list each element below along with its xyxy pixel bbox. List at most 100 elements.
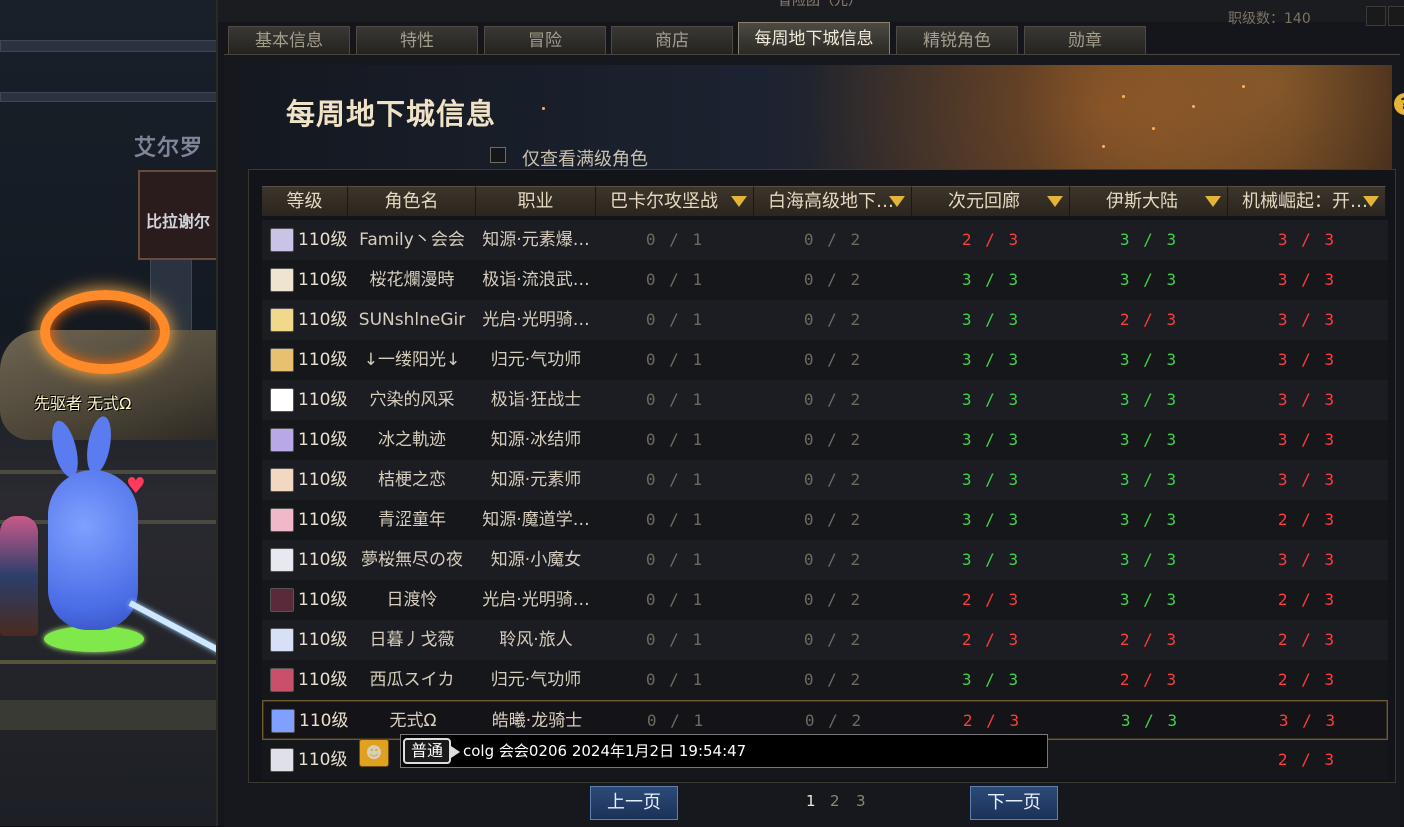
column-header-dungeon-5[interactable]: 机械崛起：开… bbox=[1228, 186, 1386, 216]
column-header-dungeon-4[interactable]: 伊斯大陆 bbox=[1070, 186, 1228, 216]
dungeon-progress-cell: 3 / 3 bbox=[1119, 430, 1179, 449]
tab-elite-characters[interactable]: 精锐角色 bbox=[896, 26, 1018, 54]
dropdown-arrow-icon bbox=[1363, 196, 1379, 207]
column-header-name[interactable]: 角色名 bbox=[348, 186, 476, 216]
column-header-dungeon-2-label: 白海高级地下… bbox=[768, 191, 894, 212]
character-name: 冰之軌迹 bbox=[378, 430, 446, 450]
tab-basic-info[interactable]: 基本信息 bbox=[228, 26, 350, 54]
tab-shop[interactable]: 商店 bbox=[611, 26, 733, 54]
character-avatar-icon bbox=[270, 388, 294, 412]
sword bbox=[128, 600, 216, 658]
spark bbox=[1242, 85, 1245, 88]
character-avatar-icon bbox=[270, 428, 294, 452]
dungeon-progress-cell: 3 / 3 bbox=[1278, 711, 1338, 730]
dungeon-progress-cell: 2 / 3 bbox=[1119, 670, 1179, 689]
character-row[interactable]: 110级 SUNshlneGir 光启·光明骑… 0 / 1 0 / 2 3 / 3 2 /… bbox=[262, 300, 1388, 340]
page-number[interactable]: 1 bbox=[806, 792, 816, 810]
character-row[interactable]: 110级 ↓一缕阳光↓ 归元·气功师 0 / 1 0 / 2 3 / 3 3 / 3 3 / … bbox=[262, 340, 1388, 380]
dungeon-progress-cell: 2 / 3 bbox=[961, 630, 1021, 649]
dungeon-progress-cell: 0 / 1 bbox=[645, 390, 705, 409]
character-row[interactable]: 110级 冰之軌迹 知源·冰结师 0 / 1 0 / 2 3 / 3 3 / 3 3 / 3 bbox=[262, 420, 1388, 460]
prev-page-button[interactable]: 上一页 bbox=[590, 786, 678, 820]
dungeon-progress-cell: 0 / 1 bbox=[645, 430, 705, 449]
dungeon-progress-cell: 0 / 2 bbox=[803, 350, 863, 369]
spark bbox=[1152, 127, 1155, 130]
page-number[interactable]: 3 bbox=[856, 792, 866, 810]
character-avatar-icon bbox=[270, 268, 294, 292]
column-header-level[interactable]: 等级 bbox=[262, 186, 348, 216]
character-level: 110级 bbox=[298, 430, 348, 450]
character-row[interactable]: 110级 Family丶会会 知源·元素爆… 0 / 1 0 / 2 2 / 3 3 / 3… bbox=[262, 220, 1388, 260]
character-job: 知源·元素爆… bbox=[482, 230, 590, 250]
character-name: ↓一缕阳光↓ bbox=[363, 350, 461, 370]
character-name: SUNshlneGir bbox=[358, 310, 466, 330]
character-name: 夢桜無尽の夜 bbox=[361, 550, 463, 570]
character-name: 桔梗之恋 bbox=[378, 470, 446, 490]
next-page-button[interactable]: 下一页 bbox=[970, 786, 1058, 820]
tab-traits[interactable]: 特性 bbox=[356, 26, 478, 54]
dungeon-progress-cell: 3 / 3 bbox=[961, 430, 1021, 449]
chat-message-text: colg 会会0206 2024年1月2日 19:54:47 bbox=[463, 742, 747, 760]
character-row[interactable]: 110级 穴染的风采 极诣·狂战士 0 / 1 0 / 2 3 / 3 3 / 3 3 / 3 bbox=[262, 380, 1388, 420]
floor-line bbox=[0, 660, 216, 664]
dungeon-progress-cell: 0 / 1 bbox=[645, 590, 705, 609]
player-character[interactable] bbox=[48, 470, 138, 630]
tab-weekly-dungeon[interactable]: 每周地下城信息 bbox=[738, 22, 890, 54]
dungeon-progress-cell: 0 / 1 bbox=[645, 550, 705, 569]
help-icon[interactable]: ? bbox=[1394, 93, 1404, 115]
emote-icon[interactable]: ☻ bbox=[359, 739, 389, 767]
header-banner: 每周地下城信息 ? 仅查看满级角色 bbox=[242, 65, 1404, 170]
dungeon-progress-cell: 3 / 3 bbox=[1277, 470, 1337, 489]
dungeon-progress-cell: 0 / 1 bbox=[645, 670, 705, 689]
dungeon-progress-cell: 3 / 3 bbox=[961, 350, 1021, 369]
character-avatar-icon bbox=[270, 468, 294, 492]
dungeon-progress-cell: 0 / 1 bbox=[645, 350, 705, 369]
character-name: 穴染的风采 bbox=[369, 390, 455, 410]
dungeon-progress-cell: 3 / 3 bbox=[1119, 350, 1179, 369]
column-header-job[interactable]: 职业 bbox=[476, 186, 596, 216]
column-header-dungeon-4-label: 伊斯大陆 bbox=[1106, 191, 1178, 212]
character-row[interactable]: 110级 日渡怜 光启·光明骑… 0 / 1 0 / 2 2 / 3 3 / 3 2 / 3 bbox=[262, 580, 1388, 620]
column-header-dungeon-2[interactable]: 白海高级地下… bbox=[754, 186, 912, 216]
dungeon-progress-cell: 3 / 3 bbox=[1277, 350, 1337, 369]
dungeon-progress-cell: 0 / 2 bbox=[803, 510, 863, 529]
dungeon-progress-cell: 0 / 2 bbox=[803, 590, 863, 609]
level-counter: 职级数：140 bbox=[1228, 11, 1311, 27]
dungeon-progress-cell: 3 / 3 bbox=[1277, 270, 1337, 289]
character-row[interactable]: 110级 桜花爛漫時 极诣·流浪武… 0 / 1 0 / 2 3 / 3 3 / 3 3 / … bbox=[262, 260, 1388, 300]
max-level-checkbox[interactable] bbox=[490, 147, 506, 163]
character-job: 知源·魔道学… bbox=[482, 510, 590, 530]
character-row[interactable]: 110级 桔梗之恋 知源·元素师 0 / 1 0 / 2 3 / 3 3 / 3 3 / 3 bbox=[262, 460, 1388, 500]
dungeon-progress-cell: 3 / 3 bbox=[1277, 430, 1337, 449]
dungeon-progress-cell: 3 / 3 bbox=[961, 270, 1021, 289]
dungeon-progress-cell: 0 / 2 bbox=[803, 470, 863, 489]
character-row[interactable]: 110级 青涩童年 知源·魔道学… 0 / 1 0 / 2 3 / 3 3 / 3 2 / 3 bbox=[262, 500, 1388, 540]
spark bbox=[542, 107, 545, 110]
character-row[interactable]: 110级 日暮丿戈薇 聆风·旅人 0 / 1 0 / 2 2 / 3 2 / 3 2 / 3 bbox=[262, 620, 1388, 660]
close-button[interactable] bbox=[1388, 6, 1404, 26]
adventure-window: 冒险团（光） 职级数：140 基本信息 特性 冒险 商店 每周地下城信息 精锐角… bbox=[216, 0, 1404, 827]
character-job: 光启·光明骑… bbox=[482, 590, 590, 610]
page-number[interactable]: 2 bbox=[830, 792, 840, 810]
chat-pointer-icon bbox=[451, 746, 460, 758]
dungeon-progress-cell: 3 / 3 bbox=[961, 510, 1021, 529]
chat-channel-badge: 普通 bbox=[403, 738, 452, 764]
pipe bbox=[0, 40, 216, 52]
character-row[interactable]: 110级 夢桜無尽の夜 知源·小魔女 0 / 1 0 / 2 3 / 3 3 / 3 3 / … bbox=[262, 540, 1388, 580]
npc-character bbox=[0, 516, 38, 636]
wall-sign: 艾尔罗 bbox=[134, 136, 204, 161]
dungeon-progress-cell: 3 / 3 bbox=[961, 550, 1021, 569]
dungeon-progress-cell: 3 / 3 bbox=[1119, 390, 1179, 409]
character-level: 110级 bbox=[299, 711, 349, 731]
character-avatar-icon bbox=[270, 228, 294, 252]
character-row[interactable]: 110级 西瓜スイカ 归元·气功师 0 / 1 0 / 2 3 / 3 2 / 3 2 / 3 bbox=[262, 660, 1388, 700]
dungeon-progress-cell: 0 / 1 bbox=[645, 310, 705, 329]
column-header-dungeon-3[interactable]: 次元回廊 bbox=[912, 186, 1070, 216]
tab-adventure[interactable]: 冒险 bbox=[484, 26, 606, 54]
character-name: 日暮丿戈薇 bbox=[369, 630, 455, 650]
minimize-button[interactable] bbox=[1366, 6, 1386, 26]
tab-medals[interactable]: 勋章 bbox=[1024, 26, 1146, 54]
column-header-dungeon-1[interactable]: 巴卡尔攻坚战 bbox=[596, 186, 754, 216]
shop-sign: 比拉谢尔 bbox=[138, 170, 216, 260]
dungeon-progress-cell: 3 / 3 bbox=[1119, 510, 1179, 529]
